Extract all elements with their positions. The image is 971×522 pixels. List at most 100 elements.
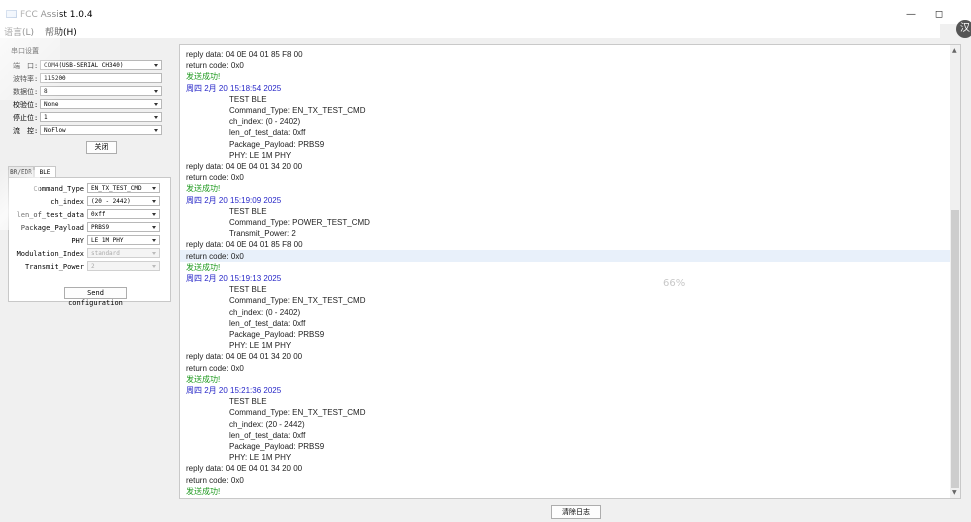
parity-label: 校验位:: [13, 101, 39, 109]
clear-log-button[interactable]: 清除日志: [551, 505, 601, 519]
scroll-thumb[interactable]: [951, 210, 959, 488]
log-line: ch_index: (0 - 2402): [229, 307, 301, 317]
log-line: Package_Payload: PRBS9: [229, 442, 325, 451]
ch-index-label: ch_index: [50, 198, 84, 206]
log-line: 发送成功!: [186, 72, 221, 82]
log-line: Command_Type: EN_TX_TEST_CMD: [229, 106, 366, 115]
minimize-button[interactable]: —: [903, 8, 919, 22]
payload-label: Package_Payload: [20, 224, 84, 232]
log-line: ch_index: (20 - 2442): [229, 419, 305, 429]
chevron-down-icon: [152, 187, 156, 190]
command-type-select[interactable]: EN_TX_TEST_CMD: [87, 183, 160, 193]
log-line: TEST BLE: [229, 285, 267, 295]
log-line: PHY: LE 1M PHY: [229, 150, 292, 160]
transmit-power-select: 2: [87, 261, 160, 271]
log-line: PHY: LE 1M PHY: [229, 341, 292, 351]
log-line: 周四 2月 20 15:18:54 2025: [186, 83, 282, 93]
phy-select[interactable]: LE 1M PHY: [87, 235, 160, 245]
log-line: reply data: 04 0E 04 01 34 20 00: [186, 352, 303, 362]
port-select[interactable]: COM4(USB-SERIAL CH340): [40, 60, 162, 70]
len-label: len_of_test_data: [16, 211, 84, 219]
vertical-scrollbar[interactable]: ▲ ▼: [950, 45, 960, 498]
modulation-value: standard: [91, 250, 120, 257]
log-line: Package_Payload: PRBS9: [229, 139, 325, 149]
ble-tab-pane: Command_Type EN_TX_TEST_CMD ch_index (20…: [8, 177, 171, 307]
log-line: len_of_test_data: 0xff: [229, 128, 306, 138]
flow-select[interactable]: NoFlow: [40, 125, 162, 135]
phy-label: PHY: [71, 237, 84, 245]
log-line: 周四 2月 20 15:19:09 2025: [186, 195, 282, 205]
maximize-button[interactable]: ◻: [931, 8, 947, 22]
payload-value: PRBS9: [91, 224, 110, 231]
modulation-select: standard: [87, 248, 160, 258]
command-type-label: Command_Type: [33, 185, 84, 193]
log-line: 发送成功!: [186, 486, 221, 496]
phy-value: LE 1M PHY: [91, 237, 124, 244]
log-line: reply data: 04 0E 04 01 34 20 00: [186, 464, 303, 474]
log-line: len_of_test_data: 0xff: [229, 318, 306, 328]
serial-group-title: 串口设置: [11, 47, 39, 55]
len-select[interactable]: 0xff: [87, 209, 160, 219]
baud-input[interactable]: 115200: [40, 73, 162, 83]
log-line: 周四 2月 20 15:19:13 2025: [186, 274, 282, 283]
databits-label: 数据位:: [13, 88, 39, 96]
menu-help[interactable]: 帮助(H): [45, 25, 77, 38]
log-line: TEST BLE: [229, 206, 267, 216]
databits-select[interactable]: 8: [40, 86, 162, 96]
stopbits-value: 1: [44, 114, 48, 121]
log-line: return code: 0x0: [186, 61, 244, 71]
app-icon: [6, 10, 17, 18]
window-title: FCC Assist 1.0.4: [20, 10, 93, 20]
log-line: reply data: 04 0E 04 01 85 F8 00: [186, 50, 303, 59]
chevron-down-icon: [154, 116, 158, 119]
chevron-down-icon: [154, 129, 158, 132]
port-label: 端 口:: [13, 62, 39, 70]
translate-badge-icon[interactable]: 汉: [956, 20, 971, 38]
log-line: Transmit_Power: 2: [229, 229, 296, 239]
close-port-button[interactable]: 关闭: [86, 141, 117, 154]
parity-select[interactable]: None: [40, 99, 162, 109]
chevron-down-icon: [154, 64, 158, 67]
log-line: reply data: 04 0E 04 01 34 20 00: [186, 162, 303, 171]
log-line: return code: 0x0: [186, 173, 244, 183]
chevron-down-icon: [154, 103, 158, 106]
ch-index-select[interactable]: (20 - 2442): [87, 196, 160, 206]
stopbits-select[interactable]: 1: [40, 112, 162, 122]
chevron-down-icon: [152, 239, 156, 242]
log-line: TEST BLE: [229, 94, 267, 104]
log-line: Command_Type: EN_TX_TEST_CMD: [229, 296, 366, 306]
chevron-down-icon: [152, 265, 156, 268]
title-bar: FCC Assist 1.0.4 — ◻: [0, 0, 971, 24]
scroll-up-icon[interactable]: ▲: [952, 47, 957, 54]
send-configuration-button[interactable]: Send configuration: [64, 287, 127, 307]
log-line: ch_index: (0 - 2402): [229, 117, 301, 127]
flow-value: NoFlow: [44, 127, 66, 134]
scroll-down-icon[interactable]: ▼: [952, 489, 957, 496]
menu-bar: 语言(L) 帮助(H): [0, 24, 940, 38]
log-line: 周四 2月 20 15:21:36 2025: [186, 386, 282, 395]
transmit-power-value: 2: [91, 263, 95, 270]
command-type-value: EN_TX_TEST_CMD: [91, 185, 142, 192]
databits-value: 8: [44, 88, 48, 95]
log-line: Command_Type: POWER_TEST_CMD: [229, 218, 370, 227]
app-window: FCC Assist 1.0.4 — ◻ 汉 语言(L) 帮助(H) 串口设置 …: [0, 0, 971, 522]
chevron-down-icon: [152, 200, 156, 203]
log-line: 发送成功!: [186, 184, 221, 194]
log-line: reply data: 04 0E 04 01 85 F8 00: [186, 240, 303, 250]
chevron-down-icon: [154, 90, 158, 93]
payload-select[interactable]: PRBS9: [87, 222, 160, 232]
log-line: TEST BLE: [229, 397, 267, 407]
log-output[interactable]: reply data: 04 0E 04 01 85 F8 00 return c…: [179, 44, 961, 499]
ch-index-value: (20 - 2442): [91, 198, 131, 205]
chevron-down-icon: [152, 252, 156, 255]
progress-percent: 66%: [663, 278, 686, 289]
menu-language[interactable]: 语言(L): [4, 25, 34, 38]
log-line: return code: 0x0: [186, 475, 244, 485]
log-line: PHY: LE 1M PHY: [229, 453, 292, 463]
chevron-down-icon: [152, 213, 156, 216]
modulation-label: Modulation_Index: [16, 250, 84, 258]
baud-label: 波特率:: [13, 75, 39, 83]
baud-value: 115200: [44, 75, 66, 82]
flow-label: 流 控:: [13, 127, 39, 135]
log-line: return code: 0x0: [186, 251, 244, 261]
